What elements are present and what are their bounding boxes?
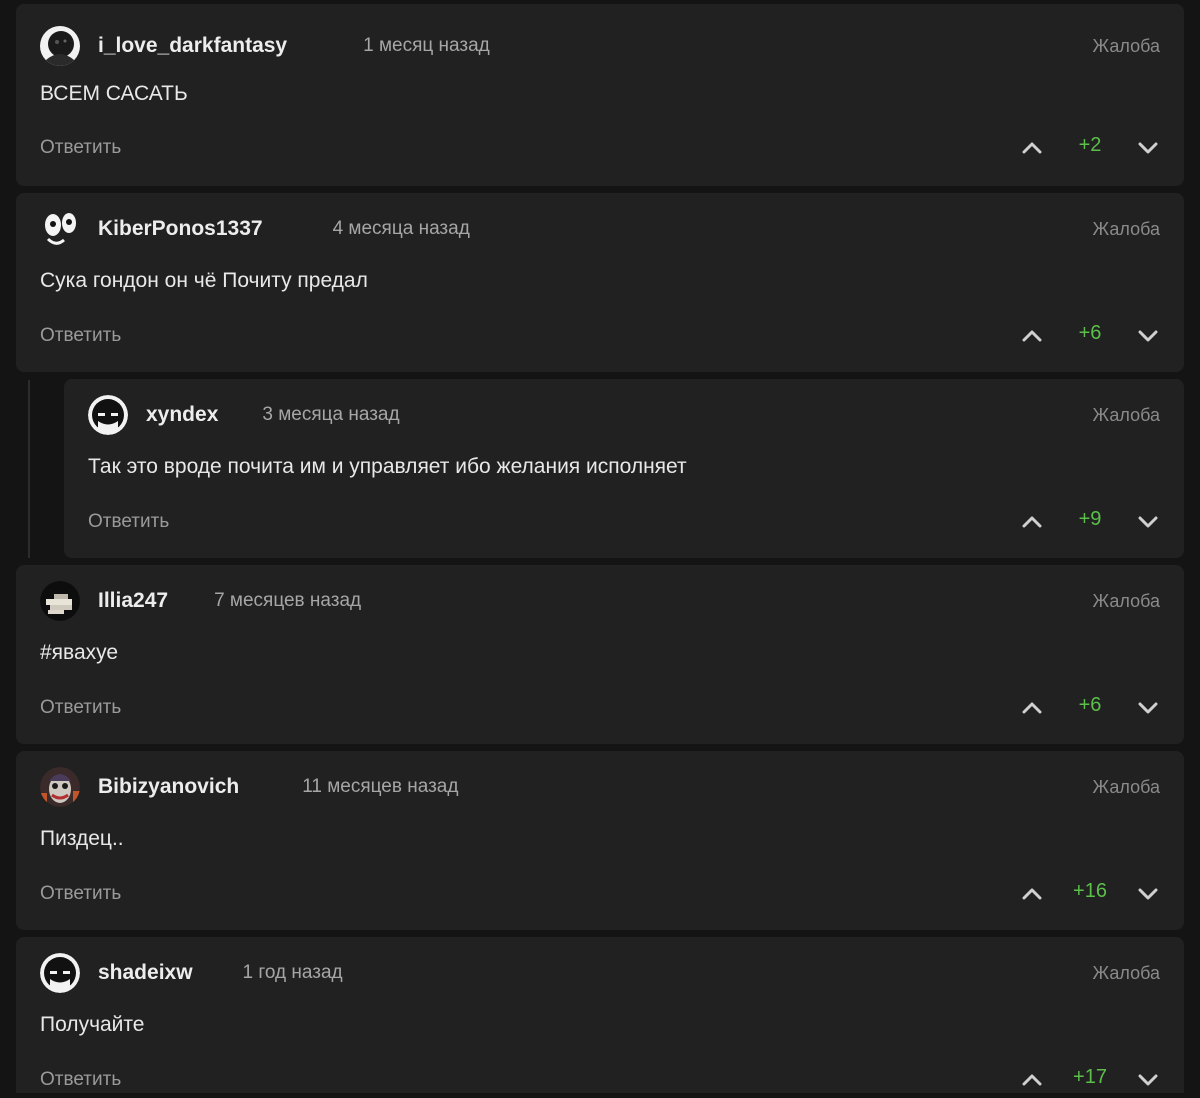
report-link[interactable]: Жалоба <box>1093 591 1160 612</box>
vote-controls: +6 <box>1020 318 1160 354</box>
comment-header: i_love_darkfantasy 1 месяц назад Жалоба <box>40 24 1160 68</box>
comment-text: ВСЕМ САСАТЬ <box>40 82 188 105</box>
chevron-down-icon[interactable] <box>1136 136 1160 160</box>
comment-header: KiberPonos1337 4 месяца назад Жалоба <box>40 207 1160 251</box>
vote-controls: +6 <box>1020 690 1160 726</box>
vote-score: +16 <box>1073 880 1107 902</box>
vote-score: +6 <box>1078 322 1102 344</box>
batman-avatar-icon[interactable] <box>88 395 128 435</box>
report-link[interactable]: Жалоба <box>1093 963 1160 984</box>
chevron-down-icon[interactable] <box>1136 696 1160 720</box>
reply-button[interactable]: Ответить <box>88 511 169 533</box>
reply-button[interactable]: Ответить <box>40 883 121 905</box>
comment-header: shadeixw 1 год назад Жалоба <box>40 951 1160 995</box>
reply-button[interactable]: Ответить <box>40 1069 121 1091</box>
vote-controls: +9 <box>1020 504 1160 540</box>
comment-card: Illia247 7 месяцев назад Жалоба #явахуе … <box>16 565 1184 744</box>
cartoon-face-avatar-icon[interactable] <box>40 209 80 249</box>
comment-text: Так это вроде почита им и управляет ибо … <box>88 455 687 478</box>
batman-avatar-icon[interactable] <box>40 953 80 993</box>
chevron-up-icon[interactable] <box>1020 324 1044 348</box>
comment-time: 11 месяцев назад <box>302 776 459 797</box>
comment-header: Bibizyanovich 11 месяцев назад Жалоба <box>40 765 1160 809</box>
comment-text: #явахуе <box>40 641 119 664</box>
joker-avatar-icon[interactable] <box>40 767 80 807</box>
username[interactable]: KiberPonos1337 <box>98 217 263 241</box>
comment-card: shadeixw 1 год назад Жалоба Получайте От… <box>16 937 1184 1093</box>
comment-time: 7 месяцев назад <box>214 590 362 611</box>
report-link[interactable]: Жалоба <box>1093 405 1160 426</box>
vote-controls: +16 <box>1020 876 1160 912</box>
chevron-down-icon[interactable] <box>1136 1068 1160 1092</box>
comment-time: 1 год назад <box>242 962 343 983</box>
chevron-down-icon[interactable] <box>1136 324 1160 348</box>
comment-time: 4 месяца назад <box>332 218 470 239</box>
comment-text: Пиздец.. <box>40 827 124 850</box>
chevron-up-icon[interactable] <box>1020 882 1044 906</box>
reply-button[interactable]: Ответить <box>40 325 121 347</box>
vote-controls: +2 <box>1020 130 1160 166</box>
report-link[interactable]: Жалоба <box>1093 219 1160 240</box>
comment-header: xyndex 3 месяца назад Жалоба <box>88 393 1160 437</box>
comment-card: i_love_darkfantasy 1 месяц назад Жалоба … <box>16 4 1184 186</box>
chevron-up-icon[interactable] <box>1020 510 1044 534</box>
username[interactable]: Bibizyanovich <box>98 775 239 799</box>
comment-text: Получайте <box>40 1013 145 1036</box>
dark-fantasy-avatar-icon[interactable] <box>40 26 80 66</box>
comment-card: KiberPonos1337 4 месяца назад Жалоба Сук… <box>16 193 1184 372</box>
reply-button[interactable]: Ответить <box>40 697 121 719</box>
report-link[interactable]: Жалоба <box>1093 777 1160 798</box>
glitch-avatar-icon[interactable] <box>40 581 80 621</box>
username[interactable]: xyndex <box>146 403 218 427</box>
chevron-up-icon[interactable] <box>1020 136 1044 160</box>
chevron-down-icon[interactable] <box>1136 510 1160 534</box>
username[interactable]: i_love_darkfantasy <box>98 34 287 58</box>
thread-line <box>28 380 30 558</box>
chevron-up-icon[interactable] <box>1020 696 1044 720</box>
comment-time: 1 месяц назад <box>363 35 490 56</box>
report-link[interactable]: Жалоба <box>1093 36 1160 57</box>
comment-text: Сука гондон он чё Почиту предал <box>40 269 368 292</box>
username[interactable]: shadeixw <box>98 961 193 985</box>
vote-score: +2 <box>1078 134 1102 156</box>
username[interactable]: Illia247 <box>98 589 168 613</box>
reply-comment-card: xyndex 3 месяца назад Жалоба Так это вро… <box>64 379 1184 558</box>
chevron-up-icon[interactable] <box>1020 1068 1044 1092</box>
chevron-down-icon[interactable] <box>1136 882 1160 906</box>
comment-time: 3 месяца назад <box>262 404 400 425</box>
vote-score: +6 <box>1078 694 1102 716</box>
comment-header: Illia247 7 месяцев назад Жалоба <box>40 579 1160 623</box>
vote-score: +17 <box>1073 1066 1107 1088</box>
reply-button[interactable]: Ответить <box>40 137 121 159</box>
comment-card: Bibizyanovich 11 месяцев назад Жалоба Пи… <box>16 751 1184 930</box>
vote-score: +9 <box>1078 508 1102 530</box>
